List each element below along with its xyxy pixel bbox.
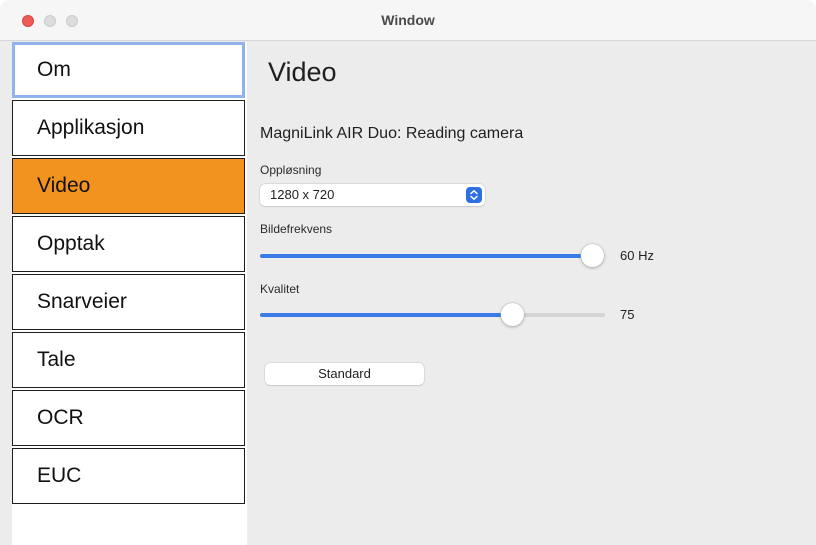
resolution-value: 1280 x 720 (270, 187, 335, 202)
standard-button[interactable]: Standard (265, 363, 424, 385)
quality-value: 75 (620, 307, 635, 322)
framerate-slider-knob[interactable] (581, 244, 604, 267)
framerate-label: Bildefrekvens (260, 222, 333, 236)
framerate-value: 60 Hz (620, 248, 654, 263)
app-window: Window Om Applikasjon Video Opptak Snarv… (0, 0, 816, 545)
sidebar-item-video[interactable]: Video (12, 158, 245, 214)
sidebar-item-tale[interactable]: Tale (12, 332, 245, 388)
title-bar: Window (0, 0, 816, 41)
resolution-select[interactable]: 1280 x 720 (260, 184, 485, 206)
sidebar-item-ocr[interactable]: OCR (12, 390, 245, 446)
quality-slider[interactable] (260, 303, 605, 326)
sidebar-item-euc[interactable]: EUC (12, 448, 245, 504)
sidebar-item-opptak[interactable]: Opptak (12, 216, 245, 272)
framerate-slider[interactable] (260, 244, 604, 267)
sidebar: Om Applikasjon Video Opptak Snarveier Ta… (12, 42, 247, 545)
sidebar-item-snarveier[interactable]: Snarveier (12, 274, 245, 330)
video-settings-panel: Video MagniLink AIR Duo: Reading camera … (247, 41, 816, 545)
window-title: Window (381, 12, 435, 28)
sidebar-item-om[interactable]: Om (12, 42, 245, 98)
quality-label: Kvalitet (260, 282, 300, 296)
sidebar-item-applikasjon[interactable]: Applikasjon (12, 100, 245, 156)
camera-name: MagniLink AIR Duo: Reading camera (260, 125, 524, 142)
framerate-slider-fill (260, 254, 592, 258)
up-down-chevron-icon (466, 187, 482, 203)
page-title: Video (268, 57, 337, 87)
quality-slider-fill (260, 313, 512, 317)
quality-slider-knob[interactable] (501, 303, 524, 326)
resolution-label: Oppløsning (260, 163, 322, 177)
